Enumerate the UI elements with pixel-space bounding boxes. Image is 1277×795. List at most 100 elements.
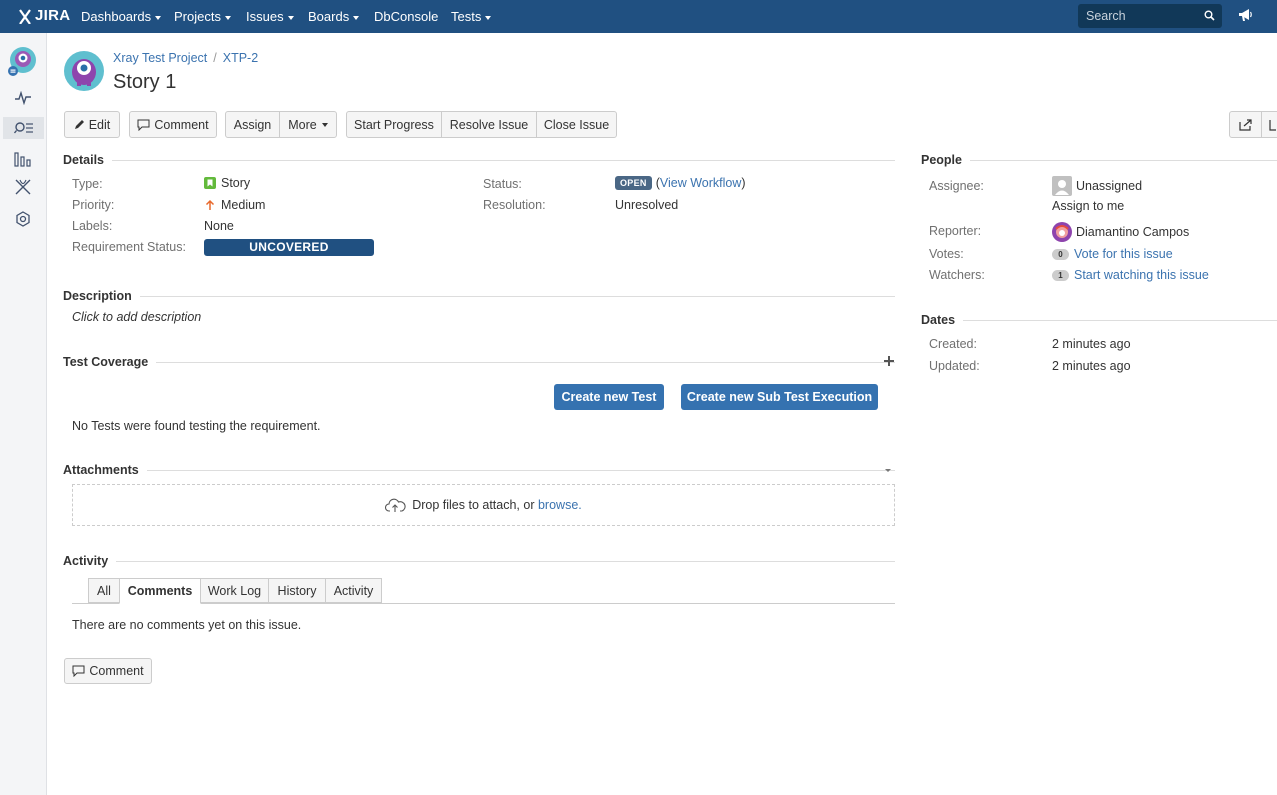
resolve-issue-button[interactable]: Resolve Issue bbox=[441, 111, 537, 138]
updated-value: 2 minutes ago bbox=[1052, 359, 1131, 373]
search-issues-icon[interactable] bbox=[3, 117, 44, 139]
paren-close: ) bbox=[741, 176, 746, 190]
tab-comments[interactable]: Comments bbox=[119, 578, 201, 604]
tab-work-log[interactable]: Work Log bbox=[200, 578, 269, 603]
chevron-down-icon[interactable] bbox=[884, 468, 892, 473]
reporter-name[interactable]: Diamantino Campos bbox=[1076, 225, 1189, 239]
view-workflow-link[interactable]: View Workflow bbox=[660, 176, 742, 190]
comment-button-label: Comment bbox=[154, 117, 209, 132]
settings-icon[interactable] bbox=[12, 208, 34, 230]
nav-boards[interactable]: Boards bbox=[308, 9, 360, 24]
issue-title[interactable]: Story 1 bbox=[113, 71, 176, 94]
browse-link[interactable]: browse. bbox=[538, 498, 582, 512]
chevron-down-icon bbox=[155, 15, 162, 20]
breadcrumb-issue-link[interactable]: XTP-2 bbox=[223, 51, 258, 65]
status-label: Status: bbox=[483, 177, 522, 191]
assign-button-label: Assign bbox=[233, 117, 272, 132]
tab-all[interactable]: All bbox=[88, 578, 120, 603]
add-comment-button[interactable]: Comment bbox=[64, 658, 152, 684]
status-lozenge: OPEN bbox=[615, 176, 652, 190]
more-button[interactable]: More bbox=[279, 111, 337, 138]
top-navigation-bar: JIRA Dashboards Projects Issues Boards D… bbox=[0, 0, 1277, 33]
description-heading[interactable]: Description bbox=[63, 289, 140, 303]
add-comment-label: Comment bbox=[89, 664, 144, 678]
comment-icon bbox=[137, 119, 150, 131]
export-button[interactable] bbox=[1261, 111, 1277, 138]
watch-link[interactable]: Start watching this issue bbox=[1074, 268, 1209, 282]
chevron-down-icon bbox=[485, 15, 492, 20]
nav-issues-label: Issues bbox=[246, 9, 284, 24]
search-box bbox=[1078, 4, 1222, 28]
description-divider bbox=[63, 296, 895, 297]
create-new-test-button[interactable]: Create new Test bbox=[554, 384, 664, 410]
create-sub-test-execution-button[interactable]: Create new Sub Test Execution bbox=[681, 384, 878, 410]
test-coverage-heading[interactable]: Test Coverage bbox=[63, 355, 157, 369]
story-icon bbox=[204, 177, 216, 189]
activity-heading[interactable]: Activity bbox=[63, 554, 117, 568]
reporter-label: Reporter: bbox=[929, 224, 982, 238]
status-value: OPEN (View Workflow) bbox=[615, 176, 746, 190]
project-avatar[interactable] bbox=[63, 50, 105, 92]
requirement-status-badge: UNCOVERED bbox=[204, 239, 374, 256]
watchers-value: 1 Start watching this issue bbox=[1052, 268, 1209, 282]
nav-boards-label: Boards bbox=[308, 9, 350, 24]
attachments-heading[interactable]: Attachments bbox=[63, 463, 147, 477]
search-icon[interactable] bbox=[1204, 10, 1215, 21]
nav-issues[interactable]: Issues bbox=[246, 9, 294, 24]
details-heading[interactable]: Details bbox=[63, 153, 112, 167]
vote-link[interactable]: Vote for this issue bbox=[1074, 247, 1173, 261]
resolve-issue-label: Resolve Issue bbox=[449, 117, 529, 132]
attachment-dropzone[interactable]: Drop files to attach, or browse. bbox=[72, 484, 895, 526]
reports-icon[interactable] bbox=[12, 148, 34, 170]
megaphone-icon[interactable] bbox=[1238, 8, 1253, 22]
search-input[interactable] bbox=[1078, 4, 1222, 28]
labels-value[interactable]: None bbox=[204, 219, 234, 233]
chevron-down-icon bbox=[287, 15, 294, 20]
assignee-name: Unassigned bbox=[1076, 179, 1143, 193]
type-value: Story bbox=[204, 176, 250, 190]
created-value: 2 minutes ago bbox=[1052, 337, 1131, 351]
nav-projects[interactable]: Projects bbox=[174, 9, 231, 24]
xray-icon[interactable] bbox=[12, 176, 34, 198]
breadcrumb-project-link[interactable]: Xray Test Project bbox=[113, 51, 207, 65]
project-sidebar bbox=[0, 33, 47, 795]
nav-projects-label: Projects bbox=[174, 9, 221, 24]
assign-to-me-link[interactable]: Assign to me bbox=[1052, 199, 1124, 213]
created-label: Created: bbox=[929, 337, 977, 351]
jira-logo[interactable]: JIRA bbox=[17, 7, 70, 24]
nav-tests[interactable]: Tests bbox=[451, 9, 492, 24]
type-value-text: Story bbox=[221, 176, 251, 190]
nav-dbconsole[interactable]: DbConsole bbox=[374, 9, 438, 24]
activity-icon[interactable] bbox=[12, 87, 34, 109]
edit-button-label: Edit bbox=[88, 117, 111, 132]
edit-button[interactable]: Edit bbox=[64, 111, 120, 138]
assign-button[interactable]: Assign bbox=[225, 111, 280, 138]
votes-value: 0 Vote for this issue bbox=[1052, 247, 1173, 261]
votes-count-badge: 0 bbox=[1052, 248, 1069, 260]
people-heading[interactable]: People bbox=[921, 153, 970, 167]
resolution-value: Unresolved bbox=[615, 198, 679, 212]
breadcrumb: Xray Test Project / XTP-2 bbox=[113, 51, 258, 65]
nav-dashboards[interactable]: Dashboards bbox=[81, 9, 162, 24]
close-issue-label: Close Issue bbox=[543, 117, 610, 132]
attachments-divider bbox=[63, 470, 895, 471]
share-button[interactable] bbox=[1229, 111, 1262, 138]
no-tests-message: No Tests were found testing the requirem… bbox=[72, 419, 321, 433]
tab-history[interactable]: History bbox=[268, 578, 326, 603]
start-progress-button[interactable]: Start Progress bbox=[346, 111, 442, 138]
chevron-down-icon bbox=[321, 122, 328, 127]
tab-activity[interactable]: Activity bbox=[325, 578, 382, 603]
close-issue-button[interactable]: Close Issue bbox=[536, 111, 617, 138]
assignee-label: Assignee: bbox=[929, 179, 984, 193]
watchers-count-badge: 1 bbox=[1052, 269, 1069, 281]
default-avatar-icon bbox=[1052, 176, 1072, 196]
test-coverage-divider bbox=[63, 362, 895, 363]
project-avatar-icon[interactable] bbox=[6, 46, 38, 78]
nav-dashboards-label: Dashboards bbox=[81, 9, 152, 24]
comment-button[interactable]: Comment bbox=[129, 111, 217, 138]
description-placeholder[interactable]: Click to add description bbox=[72, 310, 201, 324]
dates-heading[interactable]: Dates bbox=[921, 313, 964, 327]
resolution-label: Resolution: bbox=[483, 198, 546, 212]
plus-icon[interactable] bbox=[884, 356, 894, 366]
jira-logo-icon bbox=[19, 8, 31, 24]
